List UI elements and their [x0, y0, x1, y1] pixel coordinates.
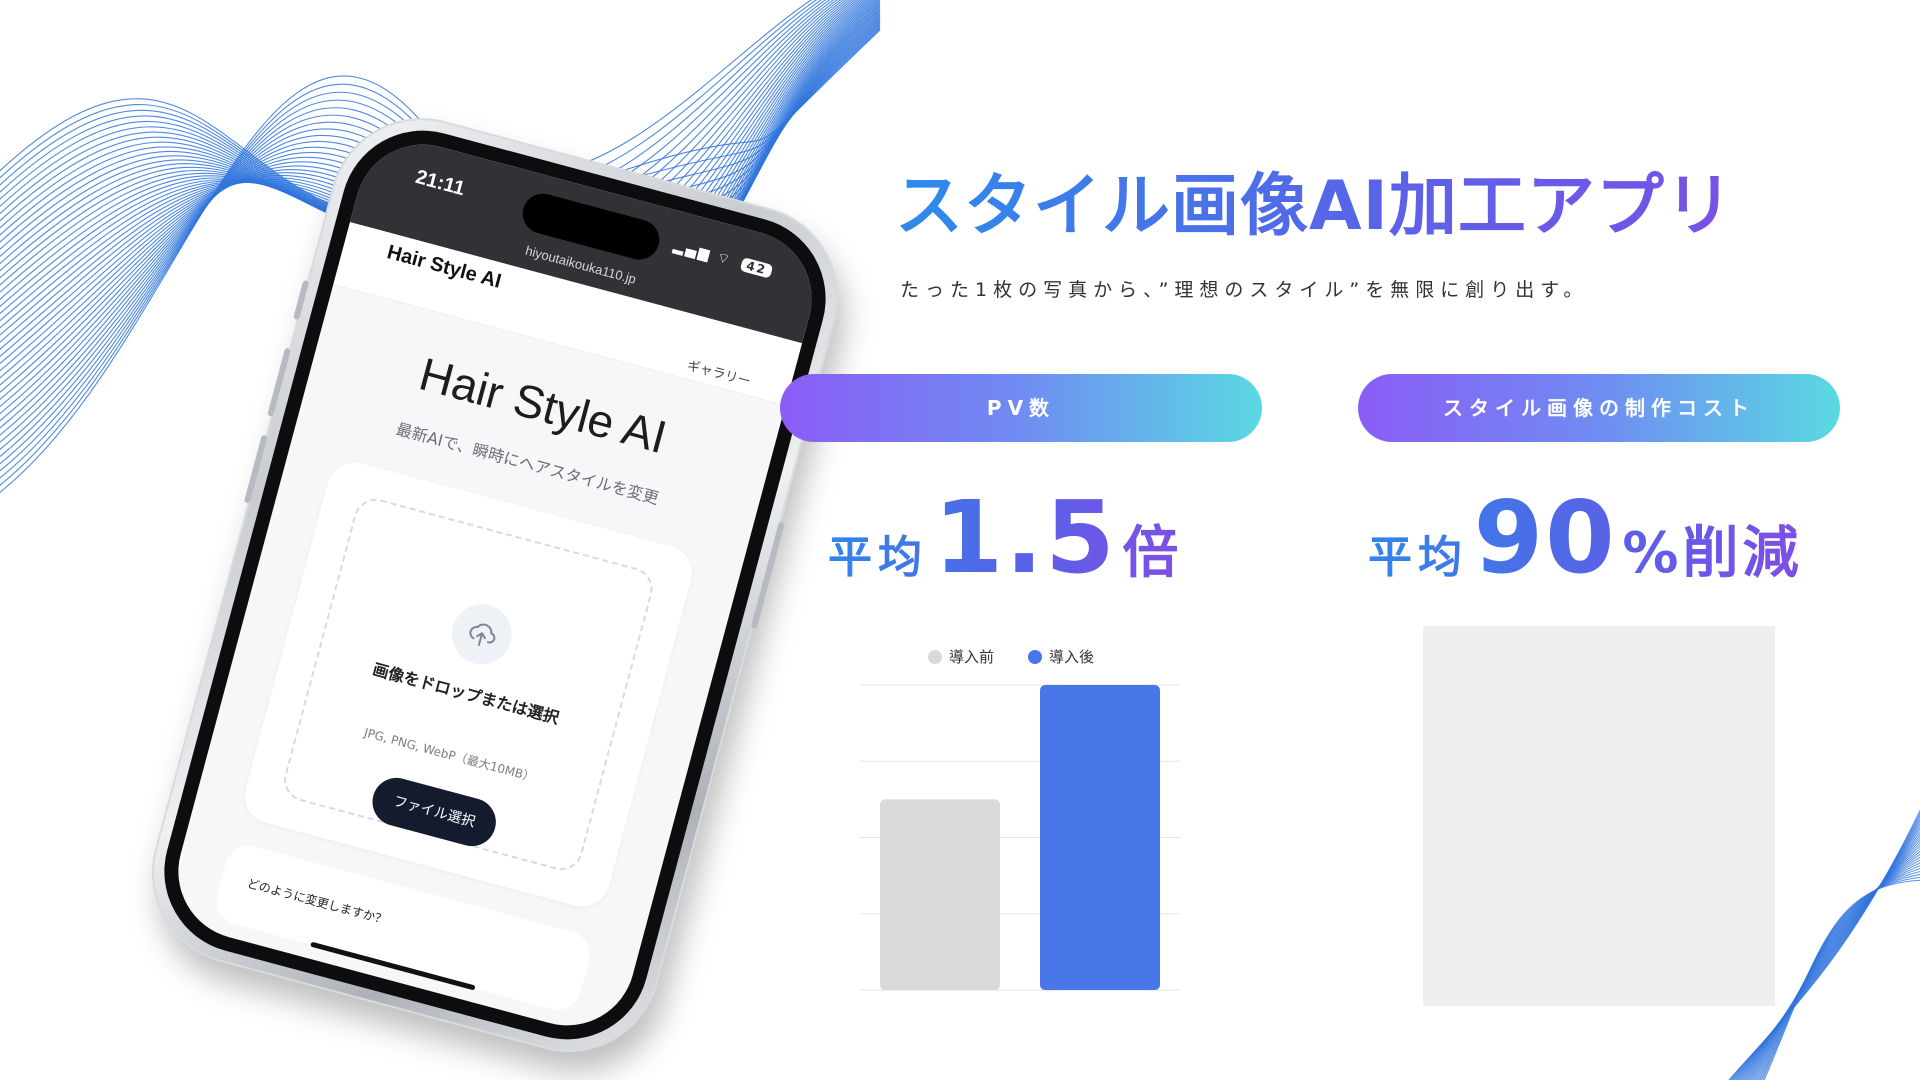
wave-line — [1762, 876, 1920, 1080]
cost-image-placeholder — [1423, 626, 1775, 1006]
wave-line — [1756, 865, 1920, 1080]
bar-導入後 — [1040, 685, 1160, 990]
metric-number: 90 — [1473, 479, 1617, 596]
metric-prefix: 平均 — [828, 532, 928, 583]
legend-label: 導入前 — [949, 648, 994, 666]
legend-swatch — [928, 650, 942, 664]
wifi-icon: ⌔ — [714, 249, 734, 269]
slide: 21:11 ▂▄▆ ⌔ 42 hiyoutaikouka110.jp Hair … — [0, 0, 1920, 1080]
wave-line — [1760, 874, 1920, 1080]
status-icons: ▂▄▆ ⌔ 42 — [671, 237, 774, 281]
metric-number: 1.5 — [933, 479, 1117, 596]
wave-line — [1763, 879, 1920, 1080]
status-time: 21:11 — [413, 166, 468, 201]
metric-suffix: %削減 — [1622, 521, 1803, 586]
legend-swatch — [1028, 650, 1042, 664]
metric-label-pv: PV数 — [780, 374, 1262, 442]
nav-gallery-link[interactable]: ギャラリー — [685, 355, 753, 390]
image-dropzone[interactable]: 画像をドロップまたは選択 JPG, PNG, WebP（最大10MB） ファイル… — [279, 493, 658, 876]
upload-card: 画像をドロップまたは選択 JPG, PNG, WebP（最大10MB） ファイル… — [238, 456, 699, 913]
slide-subtitle: たった1枚の写真から、”理想のスタイル”を無限に創り出す。 — [900, 279, 1589, 301]
style-question-label: どのように変更しますか？ — [245, 876, 389, 928]
file-select-button[interactable]: ファイル選択 — [367, 772, 502, 852]
wave-line — [1759, 871, 1920, 1080]
pv-bar-chart: 導入前 導入後 — [860, 648, 1180, 991]
drop-instruction: 画像をドロップまたは選択 — [370, 659, 562, 728]
metric-suffix: 倍 — [1122, 521, 1183, 586]
file-format-hint: JPG, PNG, WebP（最大10MB） — [362, 725, 537, 785]
bar-導入前 — [880, 799, 1000, 990]
legend-label: 導入後 — [1049, 648, 1094, 666]
metric-label-cost: スタイル画像の制作コスト — [1358, 374, 1840, 442]
wave-line — [1757, 868, 1920, 1080]
signal-icon: ▂▄▆ — [671, 237, 713, 264]
metric-prefix: 平均 — [1368, 532, 1468, 583]
battery-icon: 42 — [739, 257, 774, 279]
metric-value-cost: 平均 90 %削減 — [1368, 478, 1802, 598]
slide-title: スタイル画像AI加工アプリ — [895, 150, 1775, 246]
upload-cloud-icon — [445, 597, 519, 672]
metric-value-pv: 平均 1.5 倍 — [828, 478, 1182, 598]
